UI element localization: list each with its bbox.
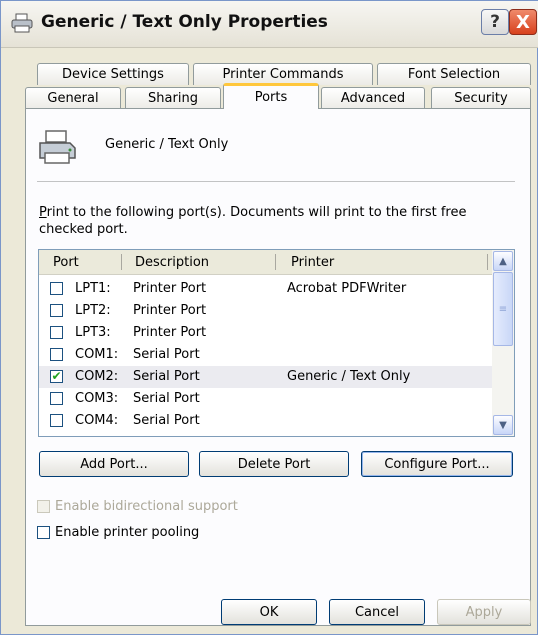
port-row[interactable]: LPT1: Printer Port Acrobat PDFWriter <box>39 278 492 300</box>
add-port-button[interactable]: Add Port... <box>39 451 189 477</box>
scroll-down-arrow-icon[interactable]: ▼ <box>493 415 513 435</box>
port-name: COM1: <box>75 347 119 362</box>
scroll-up-arrow-icon[interactable]: ▲ <box>493 251 513 271</box>
vertical-scrollbar[interactable]: ▲ ≡ ▼ <box>492 250 514 436</box>
properties-dialog: Generic / Text Only Properties ? X Devic… <box>0 0 538 635</box>
port-checkbox[interactable] <box>50 392 63 405</box>
port-description: Serial Port <box>133 347 200 362</box>
title-bar[interactable]: Generic / Text Only Properties ? X <box>1 1 538 48</box>
port-checkbox[interactable] <box>50 304 63 317</box>
window-title: Generic / Text Only Properties <box>41 12 328 32</box>
port-description: Printer Port <box>133 303 207 318</box>
cancel-button[interactable]: Cancel <box>329 599 425 625</box>
column-header-printer[interactable]: Printer <box>291 255 334 270</box>
port-description: Printer Port <box>133 325 207 340</box>
port-name: LPT2: <box>75 303 111 318</box>
column-header-description[interactable]: Description <box>135 255 209 270</box>
ok-button[interactable]: OK <box>221 599 317 625</box>
tab-advanced[interactable]: Advanced <box>321 87 425 109</box>
port-row-selected[interactable]: ✔ COM2: Serial Port Generic / Text Only <box>39 366 492 388</box>
tab-ports[interactable]: Ports <box>223 83 319 109</box>
port-name: COM3: <box>75 391 119 406</box>
bidirectional-support-checkbox <box>37 500 50 513</box>
port-checkbox[interactable] <box>50 326 63 339</box>
tab-label: Device Settings <box>62 67 164 82</box>
close-button[interactable]: X <box>509 9 537 35</box>
printer-pooling-label[interactable]: Enable printer pooling <box>55 525 199 540</box>
tab-label: Advanced <box>340 91 406 106</box>
tab-label: Printer Commands <box>222 67 344 82</box>
port-printer: Generic / Text Only <box>287 369 411 384</box>
port-checkbox-checked[interactable]: ✔ <box>50 370 63 383</box>
port-checkbox[interactable] <box>50 348 63 361</box>
configure-port-button[interactable]: Configure Port... <box>361 451 513 477</box>
port-row[interactable]: LPT2: Printer Port <box>39 300 492 322</box>
port-description: Serial Port <box>133 369 200 384</box>
ports-list[interactable]: Port Description Printer LPT1: Printer P… <box>38 249 515 437</box>
tab-font-selection[interactable]: Font Selection <box>377 63 531 85</box>
port-description: Serial Port <box>133 413 200 428</box>
scroll-thumb[interactable]: ≡ <box>493 272 513 346</box>
column-divider[interactable] <box>487 254 488 270</box>
port-printer: Acrobat PDFWriter <box>287 281 407 296</box>
ports-description: Print to the following port(s). Document… <box>39 204 479 238</box>
column-divider[interactable] <box>121 254 122 270</box>
tab-label: Font Selection <box>407 67 501 82</box>
tab-device-settings[interactable]: Device Settings <box>37 63 189 85</box>
port-description: Printer Port <box>133 281 207 296</box>
port-row[interactable]: COM4: Serial Port <box>39 410 492 432</box>
tab-label: Ports <box>254 90 288 105</box>
port-row[interactable]: COM1: Serial Port <box>39 344 492 366</box>
printer-name: Generic / Text Only <box>105 137 229 152</box>
column-divider[interactable] <box>275 254 276 270</box>
bidirectional-support-label: Enable bidirectional support <box>55 499 238 514</box>
port-name: LPT3: <box>75 325 111 340</box>
tab-general[interactable]: General <box>25 87 121 109</box>
printer-icon <box>39 130 76 164</box>
help-button[interactable]: ? <box>481 9 509 35</box>
tab-label: General <box>47 91 99 106</box>
port-row[interactable]: COM3: Serial Port <box>39 388 492 410</box>
port-name: COM2: <box>75 369 119 384</box>
printer-pooling-checkbox[interactable] <box>37 526 50 539</box>
tab-label: Security <box>454 91 508 106</box>
port-name: COM4: <box>75 413 119 428</box>
port-checkbox[interactable] <box>50 414 63 427</box>
port-row[interactable]: LPT3: Printer Port <box>39 322 492 344</box>
printer-title-icon <box>11 13 33 33</box>
access-key-p: P <box>39 205 47 220</box>
tab-sharing[interactable]: Sharing <box>125 87 221 109</box>
tab-printer-commands[interactable]: Printer Commands <box>193 63 373 85</box>
tab-security[interactable]: Security <box>431 87 531 109</box>
delete-port-button[interactable]: Delete Port <box>199 451 349 477</box>
separator <box>37 181 515 182</box>
apply-button: Apply <box>437 599 531 625</box>
description-text: rint to the following port(s). Documents… <box>39 205 467 237</box>
port-name: LPT1: <box>75 281 111 296</box>
column-header-port[interactable]: Port <box>53 255 79 270</box>
tab-label: Sharing <box>148 91 198 106</box>
list-header: Port Description Printer <box>39 250 492 275</box>
port-checkbox[interactable] <box>50 282 63 295</box>
port-description: Serial Port <box>133 391 200 406</box>
